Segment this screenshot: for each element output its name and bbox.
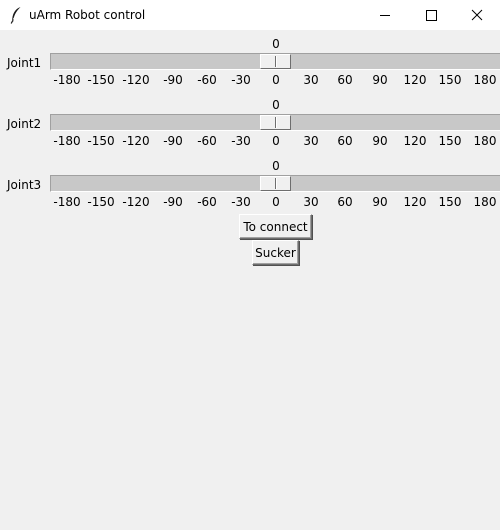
scale-tick-label: -120 (122, 195, 150, 209)
scale-tick-label: 120 (403, 73, 427, 87)
scale-tick-label: 0 (272, 195, 280, 209)
joint2-scale-ticks: -180 -150 -120 -90 -60 -30 0 30 60 90 120 150 180 (0, 134, 500, 148)
title-bar[interactable]: uArm Robot control (0, 0, 500, 30)
scale-tick-label: 180 (473, 195, 497, 209)
sucker-button[interactable]: Sucker (252, 240, 299, 265)
scale-tick-label: -120 (122, 134, 150, 148)
scale-tick-label: -30 (231, 195, 251, 209)
scale-tick-label: 60 (337, 195, 353, 209)
minimize-icon (380, 15, 390, 16)
scale-tick-label: -120 (122, 73, 150, 87)
scale-tick-label: -30 (231, 73, 251, 87)
joint3-control: 0 Joint3 -180 -150 -120 -90 -60 -30 0 30 60 90 120… (0, 159, 500, 215)
scale-tick-label: 90 (372, 73, 388, 87)
close-button[interactable] (454, 0, 500, 30)
joint3-slider-thumb[interactable] (260, 176, 291, 191)
joint1-label: Joint1 (7, 56, 42, 70)
scale-tick-label: 0 (272, 73, 280, 87)
scale-tick-label: 150 (438, 73, 462, 87)
app-window: uArm Robot control 0 Joint1 -180 -150 -120… (0, 0, 500, 530)
joint3-value: 0 (272, 159, 280, 173)
scale-tick-label: 0 (272, 134, 280, 148)
joint2-value: 0 (272, 98, 280, 112)
maximize-button[interactable] (408, 0, 454, 30)
scale-tick-label: 120 (403, 134, 427, 148)
joint2-control: 0 Joint2 -180 -150 -120 -90 -60 -30 0 30 60 90 120… (0, 98, 500, 154)
scale-tick-label: 60 (337, 73, 353, 87)
close-icon (471, 9, 483, 21)
scale-tick-label: -150 (87, 195, 115, 209)
scale-tick-label: 90 (372, 195, 388, 209)
joint2-slider-thumb[interactable] (260, 115, 291, 130)
scale-tick-label: 60 (337, 134, 353, 148)
scale-tick-label: -150 (87, 134, 115, 148)
joint1-slider-thumb[interactable] (260, 54, 291, 69)
scale-tick-label: -150 (87, 73, 115, 87)
joint3-scale-ticks: -180 -150 -120 -90 -60 -30 0 30 60 90 120 150 180 (0, 195, 500, 209)
scale-tick-label: 150 (438, 195, 462, 209)
scale-tick-label: 180 (473, 73, 497, 87)
scale-tick-label: 150 (438, 134, 462, 148)
joint2-label: Joint2 (7, 117, 42, 131)
scale-tick-label: 180 (473, 134, 497, 148)
connect-button[interactable]: To connect (239, 214, 312, 239)
scale-tick-label: -30 (231, 134, 251, 148)
joint1-control: 0 Joint1 -180 -150 -120 -90 -60 -30 0 30 60 90 120… (0, 37, 500, 93)
joint1-value: 0 (272, 37, 280, 51)
minimize-button[interactable] (362, 0, 408, 30)
scale-tick-label: 120 (403, 195, 427, 209)
joint1-scale-ticks: -180 -150 -120 -90 -60 -30 0 30 60 90 120 150 180 (0, 73, 500, 87)
window-title: uArm Robot control (29, 8, 146, 22)
scale-tick-label: 90 (372, 134, 388, 148)
maximize-icon (426, 10, 437, 21)
feather-icon (9, 6, 23, 24)
joint3-label: Joint3 (7, 178, 42, 192)
